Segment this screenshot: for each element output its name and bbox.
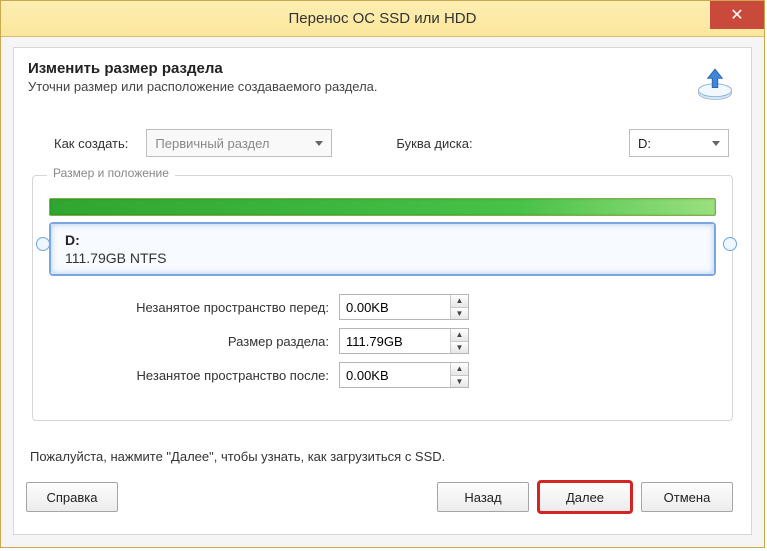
spinner-down-icon[interactable]: ▼ (451, 376, 468, 388)
unallocated-after-label: Незанятое пространство после: (89, 368, 339, 383)
create-mode-label: Как создать: (54, 136, 128, 151)
disk-transfer-icon (693, 60, 737, 107)
partition-slider[interactable] (49, 198, 716, 216)
cancel-button[interactable]: Отмена (641, 482, 733, 512)
spinner-down-icon[interactable]: ▼ (451, 342, 468, 354)
spinner-up-icon[interactable]: ▲ (451, 363, 468, 376)
drive-letter-select[interactable]: D: (629, 129, 729, 157)
unallocated-after-row: Незанятое пространство после: ▲ ▼ (49, 362, 716, 388)
hint-text: Пожалуйста, нажмите "Далее", чтобы узнат… (22, 435, 743, 472)
content-area: Изменить размер раздела Уточни размер ил… (1, 37, 764, 547)
unallocated-after-spinner[interactable]: ▲ ▼ (339, 362, 469, 388)
window-title: Перенос ОС SSD или HDD (289, 10, 477, 27)
drive-letter-value: D: (638, 136, 651, 151)
unallocated-before-spinner[interactable]: ▲ ▼ (339, 294, 469, 320)
size-position-fieldset: Размер и положение D: 111.79GB NTFS Неза… (32, 175, 733, 421)
unallocated-before-row: Незанятое пространство перед: ▲ ▼ (49, 294, 716, 320)
partition-size-text: 111.79GB NTFS (65, 250, 700, 266)
partition-bar (49, 198, 716, 216)
partition-name: D: (65, 232, 700, 248)
wizard-window: Перенос ОС SSD или HDD ✕ Изменить размер… (0, 0, 765, 548)
help-button[interactable]: Справка (26, 482, 118, 512)
unallocated-before-label: Незанятое пространство перед: (89, 300, 339, 315)
close-button[interactable]: ✕ (710, 1, 764, 29)
spinner-up-icon[interactable]: ▲ (451, 295, 468, 308)
partition-info-box[interactable]: D: 111.79GB NTFS (49, 222, 716, 276)
partition-size-row: Размер раздела: ▲ ▼ (49, 328, 716, 354)
create-mode-row: Как создать: Первичный раздел Буква диск… (22, 123, 743, 165)
fieldset-legend: Размер и положение (47, 166, 175, 180)
page-title: Изменить размер раздела (28, 60, 378, 77)
partition-size-label: Размер раздела: (89, 334, 339, 349)
unallocated-after-input[interactable] (340, 363, 450, 387)
back-button[interactable]: Назад (437, 482, 529, 512)
close-icon: ✕ (730, 5, 743, 25)
page-header: Изменить размер раздела Уточни размер ил… (22, 56, 743, 107)
create-mode-value: Первичный раздел (155, 136, 269, 151)
spinner-down-icon[interactable]: ▼ (451, 308, 468, 320)
partition-size-spinner[interactable]: ▲ ▼ (339, 328, 469, 354)
slider-handle-left[interactable] (36, 237, 50, 251)
slider-handle-right[interactable] (723, 237, 737, 251)
create-mode-select[interactable]: Первичный раздел (146, 129, 332, 157)
titlebar: Перенос ОС SSD или HDD ✕ (1, 1, 764, 37)
wizard-panel: Изменить размер раздела Уточни размер ил… (13, 47, 752, 535)
unallocated-before-input[interactable] (340, 295, 450, 319)
next-button[interactable]: Далее (539, 482, 631, 512)
footer-buttons: Справка Назад Далее Отмена (22, 472, 743, 512)
partition-size-input[interactable] (340, 329, 450, 353)
spinner-up-icon[interactable]: ▲ (451, 329, 468, 342)
header-text: Изменить размер раздела Уточни размер ил… (28, 60, 378, 94)
drive-letter-label: Буква диска: (396, 136, 472, 151)
page-subtitle: Уточни размер или расположение создаваем… (28, 79, 378, 94)
